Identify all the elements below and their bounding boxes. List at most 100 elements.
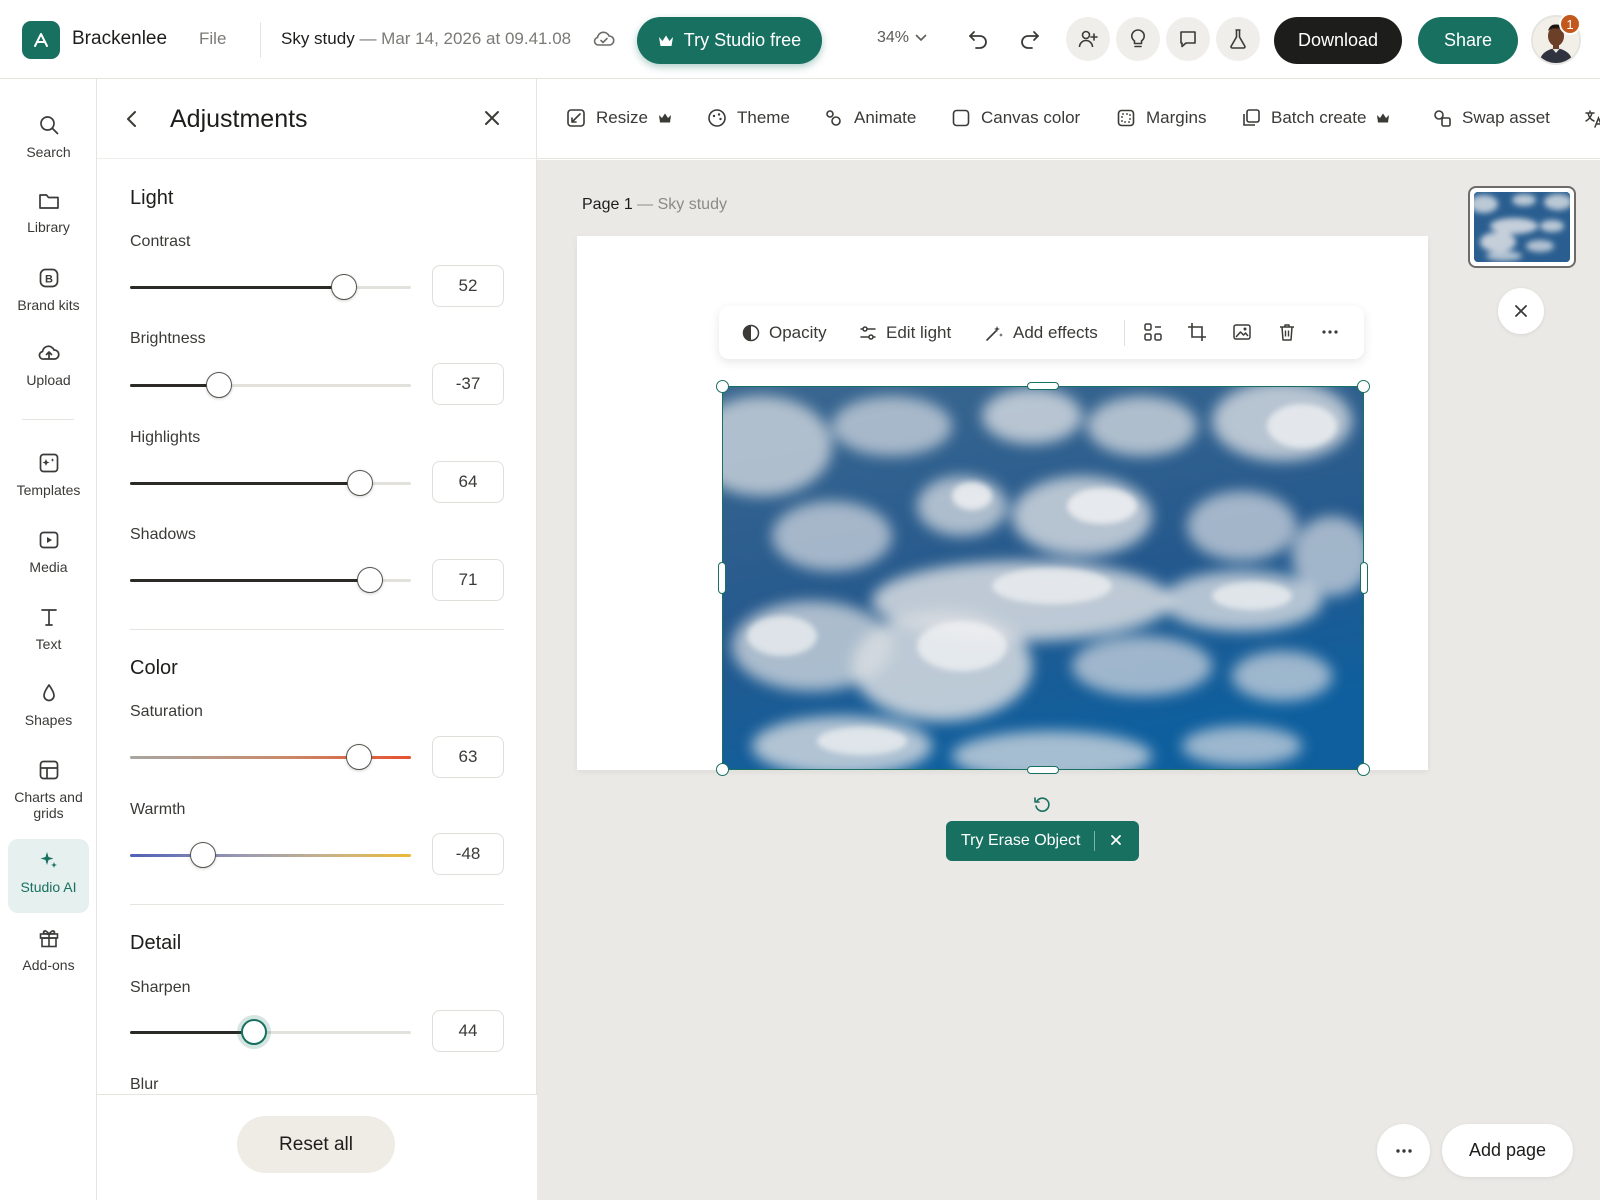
trash-icon[interactable]: [1277, 322, 1297, 342]
edit-light-button[interactable]: Edit light: [859, 323, 951, 343]
resize-handle-top[interactable]: [1027, 382, 1059, 390]
more-options-icon[interactable]: [1320, 322, 1340, 342]
resize-handle-right[interactable]: [1360, 562, 1368, 594]
toolbar-theme[interactable]: Theme: [707, 108, 790, 128]
charts-icon: [39, 760, 58, 780]
reset-all-button[interactable]: Reset all: [237, 1116, 395, 1173]
chevron-left-icon[interactable]: [125, 110, 139, 128]
undo-icon[interactable]: [966, 27, 990, 51]
brand-name: Brackenlee: [72, 28, 168, 49]
nav-item-shapes[interactable]: Shapes: [8, 672, 89, 728]
saturation-value-input[interactable]: 63: [432, 736, 504, 778]
warmth-slider[interactable]: [130, 842, 411, 868]
toolbar-swap-asset[interactable]: Swap asset: [1432, 108, 1550, 128]
nav-item-templates[interactable]: Templates: [8, 442, 89, 498]
nav-item-library[interactable]: Library: [8, 181, 89, 235]
file-menu[interactable]: File: [199, 29, 226, 49]
toolbar-batch-create[interactable]: Batch create: [1241, 108, 1390, 128]
opacity-icon: [742, 324, 760, 342]
toolbar-animate[interactable]: Animate: [824, 108, 916, 128]
nav-item-media[interactable]: Media: [8, 519, 89, 575]
labs-button[interactable]: [1216, 17, 1260, 61]
page-canvas[interactable]: Opacity Edit light Add effects Try Erase…: [577, 236, 1428, 861]
nav-label: Studio AI: [20, 879, 77, 895]
nav-item-upload[interactable]: Upload: [8, 332, 89, 388]
highlights-slider[interactable]: [130, 470, 411, 496]
cloud-saved-icon[interactable]: [592, 28, 616, 50]
sharpen-slider[interactable]: [130, 1019, 411, 1045]
left-nav: Search Library B Brand kits Upload Templ…: [0, 79, 97, 1200]
add-effects-button[interactable]: Add effects: [984, 323, 1098, 343]
slider-thumb[interactable]: [205, 372, 232, 398]
sharpen-label: Sharpen: [130, 979, 191, 996]
resize-handle-top-right[interactable]: [1357, 380, 1370, 393]
thumbnail-image: [1474, 192, 1570, 262]
toolbar-resize[interactable]: Resize: [566, 108, 672, 128]
slider-thumb[interactable]: [330, 274, 357, 300]
document-title[interactable]: Sky study — Mar 14, 2026 at 09.41.08: [281, 29, 571, 49]
shadows-value-input[interactable]: 71: [432, 559, 504, 601]
nav-label: Shapes: [24, 712, 73, 728]
theme-icon: [708, 109, 726, 127]
comments-button[interactable]: [1166, 17, 1210, 61]
add-page-button[interactable]: Add page: [1442, 1124, 1573, 1177]
resize-handle-bottom-left[interactable]: [716, 763, 729, 776]
try-studio-button[interactable]: Try Studio free: [637, 17, 822, 64]
app-logo[interactable]: [22, 21, 60, 59]
toolbar-label: Margins: [1146, 108, 1207, 127]
close-thumbnail-button[interactable]: [1498, 288, 1544, 334]
warmth-value-input[interactable]: -48: [432, 833, 504, 875]
ideas-button[interactable]: [1116, 17, 1160, 61]
sparkle-icon: [40, 852, 57, 868]
nav-item-add-ons[interactable]: Add-ons: [8, 917, 89, 973]
resize-handle-bottom-right[interactable]: [1357, 763, 1370, 776]
svg-text:B: B: [45, 274, 53, 286]
panel-footer: Reset all: [97, 1094, 537, 1200]
saturation-slider[interactable]: [130, 744, 411, 770]
download-button[interactable]: Download: [1274, 17, 1402, 64]
highlights-value-input[interactable]: 64: [432, 461, 504, 503]
close-icon[interactable]: [483, 109, 501, 127]
toolbar-canvas-color[interactable]: Canvas color: [951, 108, 1080, 128]
translate-icon[interactable]: [1584, 109, 1600, 129]
slider-thumb[interactable]: [240, 1019, 267, 1045]
slider-thumb[interactable]: [347, 470, 374, 496]
nav-item-text[interactable]: Text: [8, 596, 89, 652]
rotate-icon[interactable]: [1032, 795, 1052, 815]
close-icon[interactable]: [1109, 833, 1123, 847]
page-thumbnail[interactable]: [1468, 186, 1576, 268]
replace-image-icon[interactable]: [1232, 322, 1252, 342]
nav-item-studio-ai[interactable]: Studio AI: [8, 839, 89, 913]
resize-handle-top-left[interactable]: [716, 380, 729, 393]
slider-thumb[interactable]: [357, 567, 384, 593]
zoom-dropdown[interactable]: 34%: [877, 29, 927, 47]
nav-item-search[interactable]: Search: [8, 104, 89, 160]
resize-handle-left[interactable]: [718, 562, 726, 594]
more-pages-button[interactable]: [1377, 1124, 1430, 1177]
shadows-slider[interactable]: [130, 567, 411, 593]
opacity-button[interactable]: Opacity: [742, 323, 827, 343]
toolbar-margins[interactable]: Margins: [1116, 108, 1206, 128]
nav-item-charts-and-grids[interactable]: Charts and grids: [8, 749, 89, 821]
toolbar-label: Animate: [854, 108, 917, 127]
brightness-slider[interactable]: [130, 372, 411, 398]
brightness-label: Brightness: [130, 330, 206, 347]
nav-item-brand-kits[interactable]: B Brand kits: [8, 257, 89, 313]
resize-handle-bottom[interactable]: [1027, 766, 1059, 774]
page-label[interactable]: Page 1 — Sky study: [582, 196, 727, 214]
position-icon[interactable]: [1143, 322, 1163, 342]
sky-image[interactable]: [722, 386, 1364, 770]
contrast-slider[interactable]: [130, 274, 411, 300]
redo-icon[interactable]: [1018, 27, 1042, 51]
slider-thumb[interactable]: [190, 842, 217, 868]
shadows-label: Shadows: [130, 526, 196, 543]
try-erase-object-banner[interactable]: Try Erase Object: [946, 821, 1139, 861]
contrast-value-input[interactable]: 52: [432, 265, 504, 307]
share-button[interactable]: Share: [1418, 17, 1518, 64]
brightness-value-input[interactable]: -37: [432, 363, 504, 405]
sharpen-value-input[interactable]: 44: [432, 1010, 504, 1052]
slider-thumb[interactable]: [346, 744, 372, 770]
shapes-icon: [42, 684, 55, 702]
invite-button[interactable]: [1066, 17, 1110, 61]
crop-icon[interactable]: [1187, 322, 1207, 342]
